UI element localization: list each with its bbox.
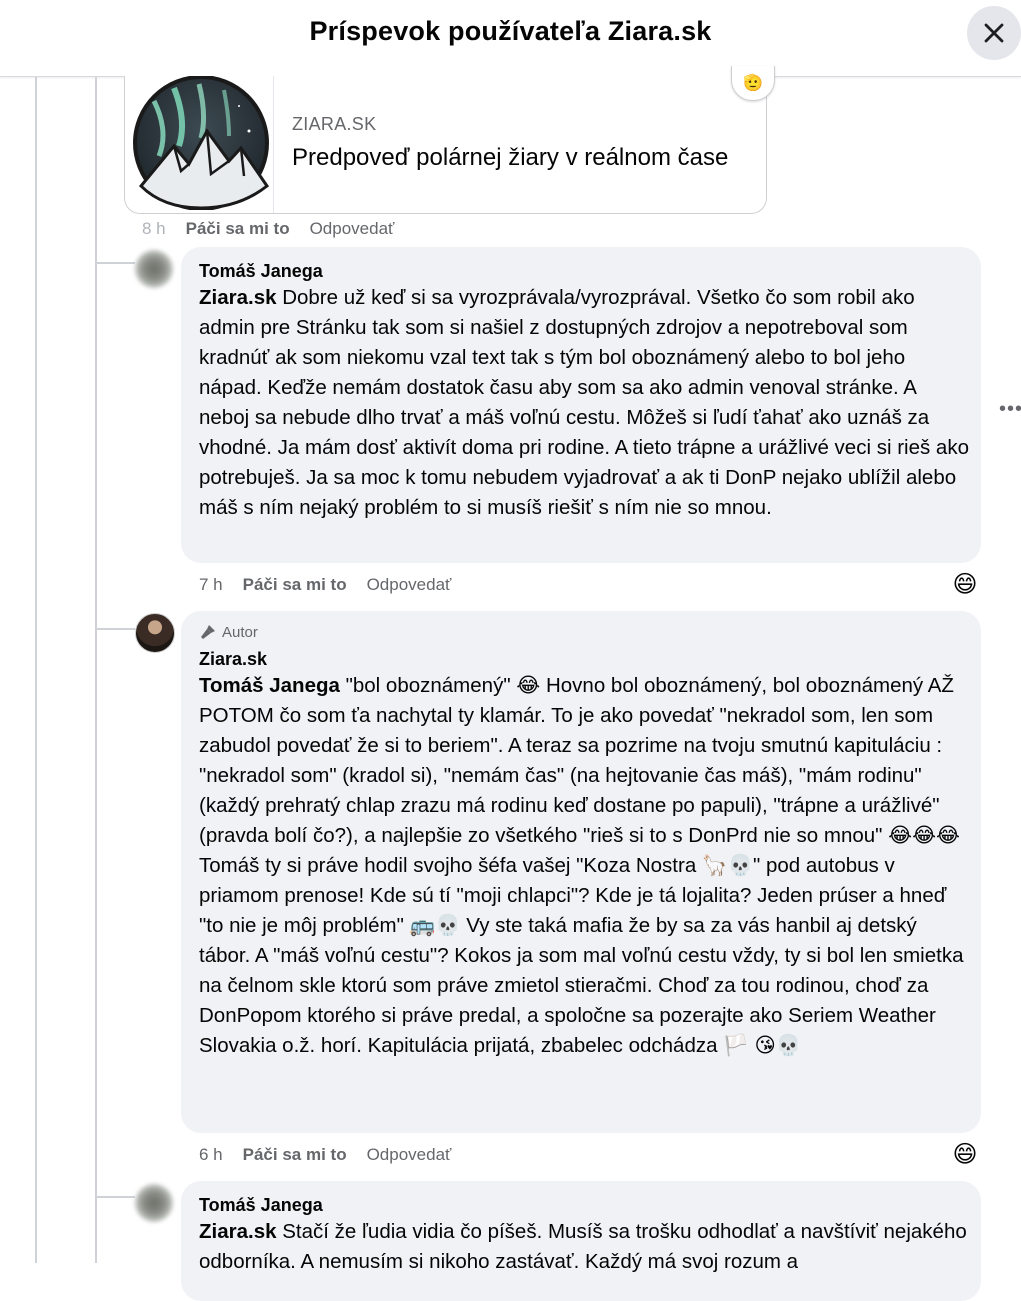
link-title: Predpoveď polárnej žiary v reálnom čase	[292, 144, 729, 171]
like-button[interactable]: Páči sa mi to	[186, 219, 290, 238]
thread-line	[95, 77, 97, 1263]
avatar[interactable]	[135, 1184, 173, 1222]
comment-actions: 6 h Páči sa mi to Odpovedať	[199, 1145, 451, 1165]
comment-text: Tomáš Janega "bol oboznámený" 😂 Hovno bo…	[199, 671, 971, 1061]
laughing-emojis: 😂😂😂	[888, 824, 960, 847]
comment-text: Ziara.sk Stačí že ľudia vidia čo píšeš. …	[199, 1217, 971, 1277]
link-preview-card[interactable]: ZIARA.SK Predpoveď polárnej žiary v reál…	[124, 76, 767, 214]
like-button[interactable]: Páči sa mi to	[243, 1145, 347, 1164]
kiss-skull-emojis: 😘💀	[754, 1034, 802, 1057]
comment-text: Ziara.sk Dobre už keď si sa vyrozprávala…	[199, 283, 971, 523]
thread-line	[35, 77, 37, 1263]
more-options-icon[interactable]: •••	[999, 398, 1021, 421]
llama-skull-emojis: 🦙💀	[701, 854, 753, 877]
author-badge: Autor	[199, 623, 258, 641]
bus-skull-emojis: 🚌💀	[409, 914, 461, 937]
comment-actions: 8 h Páči sa mi to Odpovedať	[142, 219, 394, 239]
comment-body: Stačí že ľudia vidia čo píšeš. Musíš sa …	[199, 1220, 967, 1273]
reply-button[interactable]: Odpovedať	[367, 1145, 452, 1164]
link-thumbnail	[133, 76, 270, 210]
mention-link[interactable]: Ziara.sk	[199, 1220, 277, 1243]
haha-reaction-icon[interactable]: 😄	[951, 1140, 979, 1168]
close-button[interactable]	[967, 6, 1021, 60]
comment-body-part: Hovno bol oboznámený, bol oboznámený AŽ …	[199, 674, 954, 847]
reply-button[interactable]: Odpovedať	[367, 575, 452, 594]
avatar[interactable]	[135, 613, 175, 653]
comment-author[interactable]: Tomáš Janega	[199, 1195, 323, 1216]
thread-connector	[95, 1196, 135, 1198]
avatar[interactable]	[135, 250, 173, 288]
like-button[interactable]: Páči sa mi to	[243, 575, 347, 594]
comment-author[interactable]: Tomáš Janega	[199, 261, 323, 282]
mention-link[interactable]: Tomáš Janega	[199, 674, 340, 697]
link-source: ZIARA.SK	[292, 114, 377, 134]
close-icon	[984, 23, 1004, 43]
comment-time[interactable]: 8 h	[142, 219, 166, 238]
comment-time[interactable]: 7 h	[199, 575, 223, 594]
dialog-header: Príspevok používateľa Ziara.sk	[0, 0, 1021, 77]
comment-author[interactable]: Ziara.sk	[199, 649, 267, 670]
comment-time[interactable]: 6 h	[199, 1145, 223, 1164]
white-flag-emoji: 🏳️	[723, 1034, 749, 1057]
author-badge-label: Autor	[222, 623, 258, 641]
mention-link[interactable]: Ziara.sk	[199, 286, 277, 309]
comment-actions: 7 h Páči sa mi to Odpovedať	[199, 575, 451, 595]
thread-connector	[95, 628, 135, 630]
link-divider	[273, 76, 274, 213]
laughing-emoji: 😂	[516, 674, 541, 697]
comment-body: Dobre už keď si sa vyrozprávala/vyrozprá…	[199, 286, 969, 519]
reply-button[interactable]: Odpovedať	[310, 219, 395, 238]
microphone-icon	[201, 625, 215, 639]
comment-body-part: "bol oboznámený"	[339, 674, 517, 697]
salute-reaction-badge: 🫡	[731, 66, 775, 101]
haha-reaction-icon[interactable]: 😄	[951, 570, 979, 598]
comment-body-part: Tomáš ty si práve hodil svojho šéfa vaše…	[199, 854, 702, 877]
thread-connector	[95, 262, 135, 264]
dialog-title: Príspevok používateľa Ziara.sk	[309, 16, 712, 46]
